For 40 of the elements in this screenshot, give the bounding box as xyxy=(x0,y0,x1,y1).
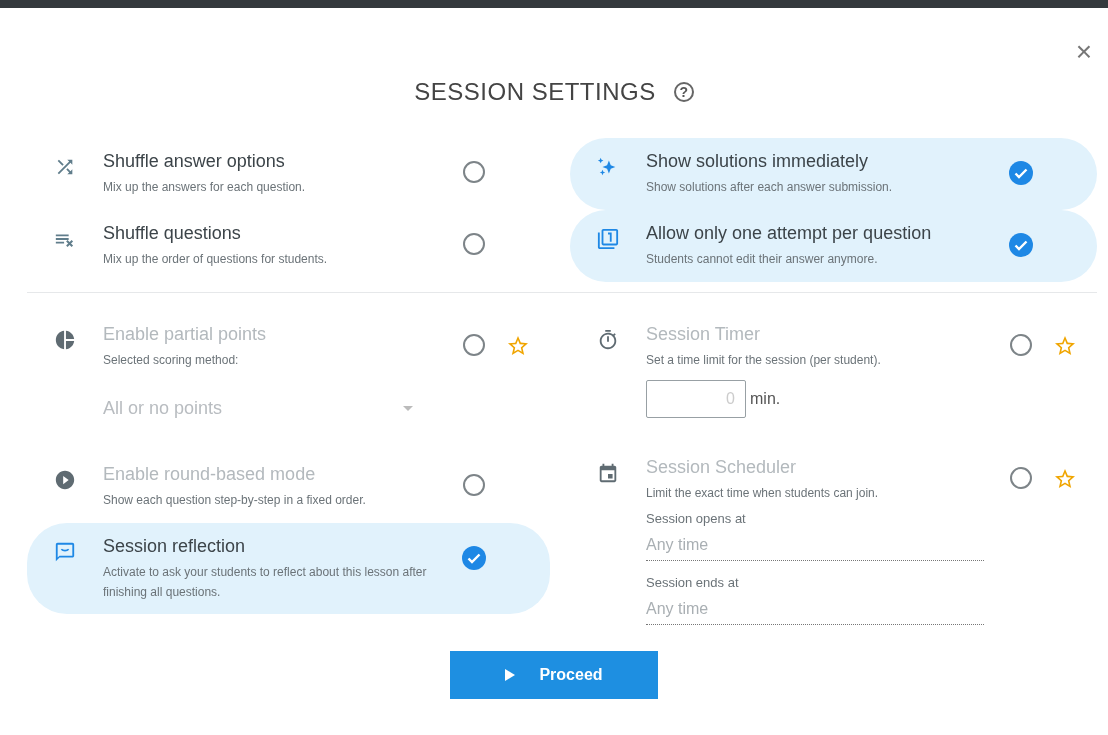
star-icon xyxy=(1053,334,1077,358)
checked-circle[interactable] xyxy=(1009,161,1033,185)
play-icon xyxy=(505,669,516,681)
option-description: Selected scoring method: xyxy=(103,352,240,369)
option-title: Allow only one attempt per question xyxy=(646,222,933,244)
option-title: Show solutions immediately xyxy=(646,150,870,172)
option-description: Students cannot edit their answer anymore. xyxy=(646,251,879,268)
option-title: Shuffle answer options xyxy=(103,150,286,172)
numbered-layers-icon xyxy=(597,228,619,250)
checked-circle[interactable] xyxy=(1009,233,1033,257)
option-title: Shuffle questions xyxy=(103,222,242,244)
option-description: Mix up the order of questions for students. xyxy=(103,251,329,268)
star-icon xyxy=(1053,467,1077,491)
option-description: Show each question step-by-step in a fixed order. xyxy=(103,492,367,509)
star-icon xyxy=(506,334,530,358)
pie-chart-icon xyxy=(54,329,76,351)
option-title: Enable round-based mode xyxy=(103,463,317,485)
chat-bubble-icon xyxy=(54,541,76,563)
dropdown-caret-icon xyxy=(403,406,413,411)
option-description: Show solutions after each answer submission. xyxy=(646,179,894,196)
field-label: Session opens at xyxy=(646,511,747,526)
radio-button[interactable] xyxy=(463,161,485,183)
option-title: Session Timer xyxy=(646,323,762,345)
calendar-icon xyxy=(597,462,619,484)
minutes-unit: min. xyxy=(750,390,781,408)
proceed-button[interactable]: Proceed xyxy=(450,651,658,699)
checked-circle[interactable] xyxy=(462,546,486,570)
field-label: Session ends at xyxy=(646,575,740,590)
stopwatch-icon xyxy=(597,329,619,351)
option-description: Limit the exact time when students can join. xyxy=(646,485,880,502)
option-title: Session reflection xyxy=(103,535,247,557)
option-description: Activate to ask your students to reflect about this lesson after finishing all questions. xyxy=(103,564,428,601)
option-title: Enable partial points xyxy=(103,323,268,345)
option-title: Session Scheduler xyxy=(646,456,798,478)
radio-button[interactable] xyxy=(463,233,485,255)
option-description: Set a time limit for the session (per student). xyxy=(646,352,882,369)
help-icon[interactable]: ? xyxy=(673,82,694,102)
option-description: Mix up the answers for each question. xyxy=(103,179,307,196)
close-button[interactable]: × xyxy=(1075,38,1092,66)
dialog-title: SESSION SETTINGS xyxy=(414,78,656,106)
